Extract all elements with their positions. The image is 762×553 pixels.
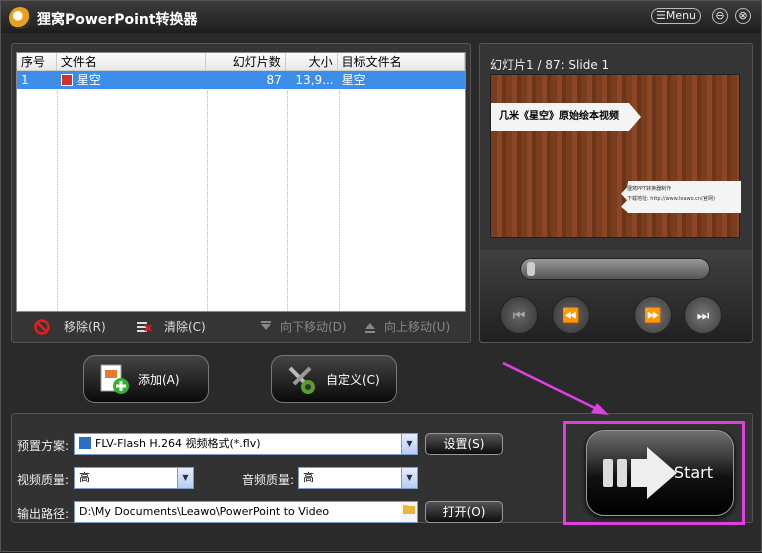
seek-handle[interactable] <box>527 262 535 276</box>
video-quality-select[interactable]: 高 ▼ <box>74 467 194 489</box>
audio-quality-value: 高 <box>303 471 314 484</box>
skip-back-icon: ⏮ <box>512 308 526 324</box>
remove-label: 移除(R) <box>64 320 106 334</box>
title-bar: 狸窝PowerPoint转换器 ☰Menu ⊖ ⊗ <box>1 1 761 33</box>
list-header: 序号 文件名 幻灯片数 大小 目标文件名 <box>17 53 465 71</box>
slide-counter: 幻灯片1 / 87: Slide 1 <box>490 58 610 72</box>
col-filename[interactable]: 文件名 <box>57 53 207 70</box>
audio-quality-label: 音频质量: <box>242 473 295 487</box>
table-row[interactable]: 1 星空 87 13,9... 星空 <box>17 71 465 89</box>
start-button[interactable]: Start <box>586 430 734 516</box>
video-quality-value: 高 <box>79 471 90 484</box>
video-format-icon <box>79 437 91 449</box>
add-button[interactable]: 添加(A) <box>83 355 209 403</box>
cell-filename: 星空 <box>57 71 206 89</box>
clear-list-icon <box>137 321 152 332</box>
customize-button[interactable]: 自定义(C) <box>271 355 397 403</box>
move-down-label: 向下移动(D) <box>280 320 347 334</box>
chevron-down-icon[interactable]: ▼ <box>401 434 417 454</box>
clear-button[interactable]: 清除(C) <box>136 318 206 335</box>
cell-size: 13,9... <box>295 73 334 87</box>
chevron-down-icon[interactable]: ▼ <box>401 468 417 488</box>
folder-icon[interactable] <box>401 502 417 522</box>
first-slide-button[interactable]: ⏮ <box>500 296 538 334</box>
close-button[interactable]: ⊗ <box>735 8 751 24</box>
arrow-up-icon <box>365 322 375 333</box>
tools-icon <box>288 366 315 394</box>
last-slide-button[interactable]: ⏭ <box>684 296 722 334</box>
app-logo-icon <box>9 7 31 29</box>
slide-note-line2: 下载地址: http://www.leawo.cn(官网) <box>627 196 715 202</box>
rewind-icon: ⏪ <box>562 308 580 324</box>
add-label: 添加(A) <box>138 372 180 387</box>
open-button[interactable]: 打开(O) <box>425 501 503 523</box>
remove-button[interactable]: 移除(R) <box>34 318 106 335</box>
rewind-button[interactable]: ⏪ <box>552 296 590 334</box>
player-controls: ⏮ ⏪ ⏩ ⏭ <box>480 250 752 342</box>
move-down-button[interactable]: 向下移动(D) <box>258 318 347 335</box>
settings-button[interactable]: 设置(S) <box>425 433 503 455</box>
cell-index: 1 <box>21 73 29 87</box>
preset-label: 预置方案: <box>17 439 70 453</box>
slide-preview: 几米《星空》原始绘本视频 狸窝PPT转换器制作 下载地址: http://www… <box>490 74 741 238</box>
file-list-panel: 序号 文件名 幻灯片数 大小 目标文件名 1 星空 87 13,9... 星空 … <box>11 43 471 343</box>
cell-filename-text: 星空 <box>76 73 101 87</box>
chevron-down-icon[interactable]: ▼ <box>177 468 193 488</box>
output-path-label: 输出路径: <box>17 507 70 521</box>
preview-panel: 幻灯片1 / 87: Slide 1 几米《星空》原始绘本视频 狸窝PPT转换器… <box>479 43 753 343</box>
arrow-down-icon <box>261 320 271 330</box>
output-path-field[interactable]: D:\My Documents\Leawo\PowerPoint to Vide… <box>74 501 418 523</box>
seek-bar[interactable] <box>520 258 710 280</box>
cell-slides: 87 <box>266 73 282 87</box>
minimize-button[interactable]: ⊖ <box>712 8 728 24</box>
preset-value: FLV-Flash H.264 视频格式(*.flv) <box>95 437 261 450</box>
column-divider <box>57 91 58 311</box>
column-divider <box>207 91 208 311</box>
customize-label: 自定义(C) <box>326 372 380 387</box>
start-highlight: Start <box>563 421 745 525</box>
col-slides[interactable]: 幻灯片数 <box>206 53 286 70</box>
fast-forward-button[interactable]: ⏩ <box>634 296 672 334</box>
fast-forward-icon: ⏩ <box>644 308 662 324</box>
file-list[interactable]: 序号 文件名 幻灯片数 大小 目标文件名 1 星空 87 13,9... 星空 <box>16 52 466 312</box>
move-up-button[interactable]: 向上移动(U) <box>362 318 450 335</box>
video-quality-label: 视频质量: <box>17 473 70 487</box>
no-entry-icon <box>34 318 50 335</box>
add-file-icon <box>100 364 129 394</box>
ppt-file-icon <box>60 74 73 86</box>
start-label: Start <box>673 463 713 482</box>
column-divider <box>339 91 340 311</box>
audio-quality-select[interactable]: 高 ▼ <box>298 467 418 489</box>
menu-button[interactable]: ☰Menu <box>651 8 701 24</box>
main-window: 狸窝PowerPoint转换器 ☰Menu ⊖ ⊗ 序号 文件名 幻灯片数 大小… <box>0 0 762 552</box>
start-arrow-icon <box>603 447 677 499</box>
slide-note: 狸窝PPT转换器制作 下载地址: http://www.leawo.cn(官网) <box>621 181 741 213</box>
col-size[interactable]: 大小 <box>286 53 338 70</box>
move-up-label: 向上移动(U) <box>384 320 451 334</box>
col-target[interactable]: 目标文件名 <box>338 53 465 70</box>
slide-title: 几米《星空》原始绘本视频 <box>491 103 641 131</box>
slide-note-line1: 狸窝PPT转换器制作 <box>627 186 672 192</box>
skip-forward-icon: ⏭ <box>696 308 710 324</box>
clear-label: 清除(C) <box>164 320 206 334</box>
col-index[interactable]: 序号 <box>17 53 57 70</box>
preset-select[interactable]: FLV-Flash H.264 视频格式(*.flv) ▼ <box>74 433 418 455</box>
folder-glyph-icon <box>403 505 415 514</box>
cell-target: 星空 <box>341 73 366 87</box>
output-path-value: D:\My Documents\Leawo\PowerPoint to Vide… <box>79 505 330 518</box>
menu-label: Menu <box>665 9 697 22</box>
column-divider <box>287 91 288 311</box>
window-title: 狸窝PowerPoint转换器 <box>37 12 198 28</box>
